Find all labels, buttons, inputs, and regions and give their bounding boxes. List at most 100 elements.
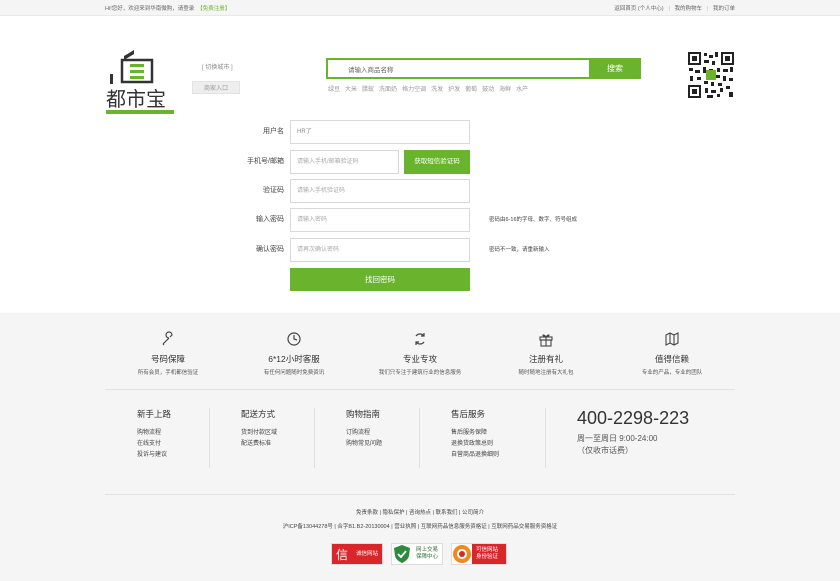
column-divider <box>314 408 315 468</box>
footer-link[interactable]: 联系我们 <box>436 510 458 516</box>
confirm-label: 确认密码 <box>256 246 284 253</box>
logo-text: 都市宝 <box>106 87 166 111</box>
hot-word[interactable]: 大米 <box>345 84 357 93</box>
trust-badge[interactable]: 可信网站 身份验证 <box>451 543 508 565</box>
footer-link[interactable]: 配送费标准 <box>241 439 277 450</box>
footer-link[interactable]: 投诉与建议 <box>137 450 171 461</box>
password-field[interactable]: 请输入密码 <box>290 208 470 232</box>
phone-field[interactable]: 请输入手机/邮箱验证码 <box>290 150 399 174</box>
trust-badge[interactable]: 网上交易保障中心 <box>391 543 444 565</box>
orders-link[interactable]: 我的订单 <box>713 6 735 12</box>
hot-word[interactable]: 葡萄 <box>465 84 477 93</box>
footer-link-columns: 新手上路 购物流程 在线支付 投诉与建议 配送方式 货到付款区域 配送费标准 购… <box>105 408 735 468</box>
confirm-hint: 密码不一致，请重新输入 <box>489 247 550 253</box>
trust-badge[interactable]: 信 诚信网站 <box>331 543 384 565</box>
icp-text[interactable]: 互联网药品交易服务资格证 <box>491 524 557 530</box>
footer-column: 购物指南 订购流程 购物常见问题 <box>346 408 382 468</box>
phone-label: 手机号/邮箱 <box>247 158 284 165</box>
hot-word[interactable]: 腊蚁 <box>362 84 374 93</box>
username-label: 用户名 <box>263 128 284 135</box>
feature-item: 注册有礼 随时随地注册有大礼包 <box>483 331 609 393</box>
footer-link[interactable]: 咨询热点 <box>409 510 431 516</box>
icp-info: 沪ICP备13044278号 | 合字B1.B2-20130004 | 营业执照… <box>282 524 558 530</box>
switch-city-link[interactable]: [ 切换城市 ] <box>202 62 233 71</box>
merchant-entry-button[interactable]: 商家入口 <box>192 81 240 94</box>
icp-text[interactable]: 互联网药品信息服务资格证 <box>421 524 487 530</box>
hotline: 400-2298-223 周一至周日 9:00-24:00 （仅收市话费） <box>577 408 689 457</box>
footer-link[interactable]: 在线支付 <box>137 439 171 450</box>
map-icon <box>665 332 679 346</box>
code-row: 验证码 请输入手机验证码 <box>0 179 840 203</box>
icp-text[interactable]: 营业执照 <box>394 524 416 530</box>
reset-password-button[interactable]: 找回密码 <box>290 268 470 291</box>
username-field[interactable]: HR了 <box>290 120 470 144</box>
badge-text: 可信网站 身份验证 <box>472 544 507 564</box>
shield-icon <box>394 545 411 563</box>
feature-desc: 我们只专注于建筑行业的信息服务 <box>378 370 462 376</box>
hot-words: 绿豆 大米 腊蚁 洗面奶 格力空调 洗发 护发 葡萄 鼓动 海鲜 水产 <box>328 84 528 93</box>
code-label: 验证码 <box>263 187 284 194</box>
hot-word[interactable]: 鼓动 <box>482 84 494 93</box>
hot-word[interactable]: 护发 <box>448 84 460 93</box>
search-button[interactable]: 搜索 <box>589 58 641 79</box>
top-links: 返回首页 (个人中心) | 我的购物车 | 我的订单 <box>614 5 735 12</box>
password-hint: 密码由6-16的字母、数字、符号组成 <box>489 217 578 223</box>
password-row: 输入密码 请输入密码 密码由6-16的字母、数字、符号组成 <box>0 208 840 232</box>
site-logo[interactable]: 都市宝 <box>104 48 176 116</box>
verification-code-field[interactable]: 请输入手机验证码 <box>290 179 470 203</box>
username-row: 用户名 HR了 <box>0 120 840 144</box>
footer-link[interactable]: 货到付款区域 <box>241 428 277 439</box>
footer-link[interactable]: 售后服务保障 <box>451 428 499 439</box>
feature-title: 专业专攻 <box>402 354 437 364</box>
footer-divider <box>105 389 735 390</box>
column-divider <box>545 408 546 468</box>
footer-column: 配送方式 货到付款区域 配送费标准 <box>241 408 277 468</box>
gift-icon <box>539 334 553 347</box>
get-sms-code-button[interactable]: 获取短信验证码 <box>404 150 470 174</box>
column-divider <box>419 408 420 468</box>
footer-link[interactable]: 免责条款 <box>356 510 378 516</box>
confirm-password-field[interactable]: 请再次确认密码 <box>290 238 470 262</box>
footer-link[interactable]: 订购流程 <box>346 428 382 439</box>
hot-word[interactable]: 洗面奶 <box>379 84 397 93</box>
feature-desc: 所有会员，手机都信验证 <box>137 370 199 376</box>
feature-item: 值得信赖 专业的产品，专业的团队 <box>609 331 735 393</box>
search-bar: 请输入商品名称 搜索 <box>326 58 641 79</box>
footer-link[interactable]: 购物流程 <box>137 428 171 439</box>
register-link[interactable]: 【免费注册】 <box>197 6 230 12</box>
feature-title: 6*12小时客服 <box>268 354 320 364</box>
footer-link[interactable]: 退换货政策总则 <box>451 439 499 450</box>
qr-code-icon <box>687 51 735 99</box>
welcome-text: Hi!您好，欢迎来到华南微购，请登录 <box>105 5 195 12</box>
footer-link[interactable]: 公司简介 <box>462 510 484 516</box>
hot-word[interactable]: 格力空调 <box>402 84 426 93</box>
hot-word[interactable]: 洗发 <box>431 84 443 93</box>
trust-icon: 信 <box>332 544 352 564</box>
badge-text: 网上交易保障中心 <box>416 547 439 560</box>
cart-link[interactable]: 我的购物车 <box>675 6 703 12</box>
footer-divider <box>105 494 735 495</box>
feature-desc: 专业的产品，专业的团队 <box>641 370 703 376</box>
refresh-icon <box>415 333 425 345</box>
footer-link[interactable]: 自营商品退换细则 <box>451 450 499 461</box>
footer: 号码保障 所有会员，手机都信验证 6*12小时客服 有任何问题随时免费资讯 专业… <box>0 313 840 581</box>
home-link[interactable]: 返回首页 (个人中心) <box>614 6 663 12</box>
icp-text: 沪ICP备13044278号 <box>282 524 333 530</box>
feature-item: 6*12小时客服 有任何问题随时免费资讯 <box>231 331 357 393</box>
column-title: 新手上路 <box>137 409 172 419</box>
feature-desc: 随时随地注册有大礼包 <box>518 370 574 376</box>
hot-word[interactable]: 水产 <box>516 84 528 93</box>
hot-word[interactable]: 绿豆 <box>328 84 340 93</box>
wrench-icon <box>162 331 173 346</box>
search-input[interactable]: 请输入商品名称 <box>326 58 589 79</box>
password-label: 输入密码 <box>256 216 284 223</box>
footer-column: 新手上路 购物流程 在线支付 投诉与建议 <box>137 408 171 468</box>
verified-icon <box>453 545 472 563</box>
hot-word[interactable]: 海鲜 <box>499 84 511 93</box>
footer-link[interactable]: 隐私保护 <box>382 510 404 516</box>
welcome-area: Hi!您好，欢迎来到华南微购，请登录 【免费注册】 <box>105 4 233 12</box>
footer-link[interactable]: 购物常见问题 <box>346 439 382 450</box>
header: 都市宝 [ 切换城市 ] 商家入口 请输入商品名称 搜索 绿豆 大米 腊蚁 洗面… <box>0 16 840 114</box>
feature-item: 专业专攻 我们只专注于建筑行业的信息服务 <box>357 331 483 393</box>
feature-item: 号码保障 所有会员，手机都信验证 <box>105 331 231 393</box>
